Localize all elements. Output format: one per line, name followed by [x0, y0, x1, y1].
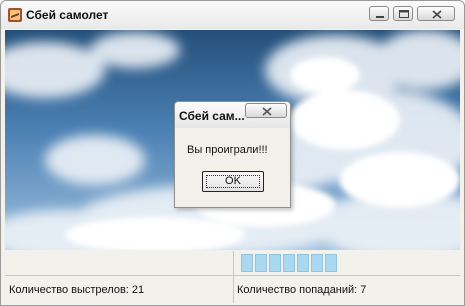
progress-segment	[255, 254, 267, 272]
close-icon	[262, 107, 272, 116]
title-bar[interactable]: Сбей самолет	[1, 1, 464, 29]
dialog-message: Вы проиграли!!!	[187, 144, 268, 156]
close-icon	[432, 10, 442, 19]
dialog-close-button[interactable]	[245, 103, 287, 118]
minimize-icon	[376, 16, 384, 18]
status-bar: Количество выстрелов: 21 Количество попа…	[5, 251, 460, 303]
maximize-icon	[399, 10, 409, 18]
main-window: Сбей самолет Количество выстрелов: 21 Ко…	[0, 0, 465, 306]
minimize-button[interactable]	[369, 6, 389, 21]
status-divider	[233, 251, 234, 303]
progress-segment	[241, 254, 253, 272]
progress-segment	[325, 254, 337, 272]
progress-segment	[297, 254, 309, 272]
ok-button-label: OK	[225, 175, 241, 187]
progress-segment	[283, 254, 295, 272]
ok-button[interactable]: OK	[202, 171, 264, 192]
dialog-title-bar[interactable]: Сбей сам...	[175, 102, 290, 128]
dialog-title: Сбей сам...	[179, 109, 245, 123]
progress-segment	[269, 254, 281, 272]
game-over-dialog: Сбей сам... Вы проиграли!!! OK	[174, 101, 291, 208]
close-button[interactable]	[417, 6, 455, 21]
shots-count-label: Количество выстрелов: 21	[9, 284, 145, 296]
airplane-app-icon	[8, 8, 22, 22]
window-title: Сбей самолет	[26, 8, 109, 22]
progress-segment	[311, 254, 323, 272]
maximize-button[interactable]	[393, 6, 413, 21]
hits-count-label: Количество попаданий: 7	[237, 284, 367, 296]
hits-progress-bar	[241, 254, 339, 272]
